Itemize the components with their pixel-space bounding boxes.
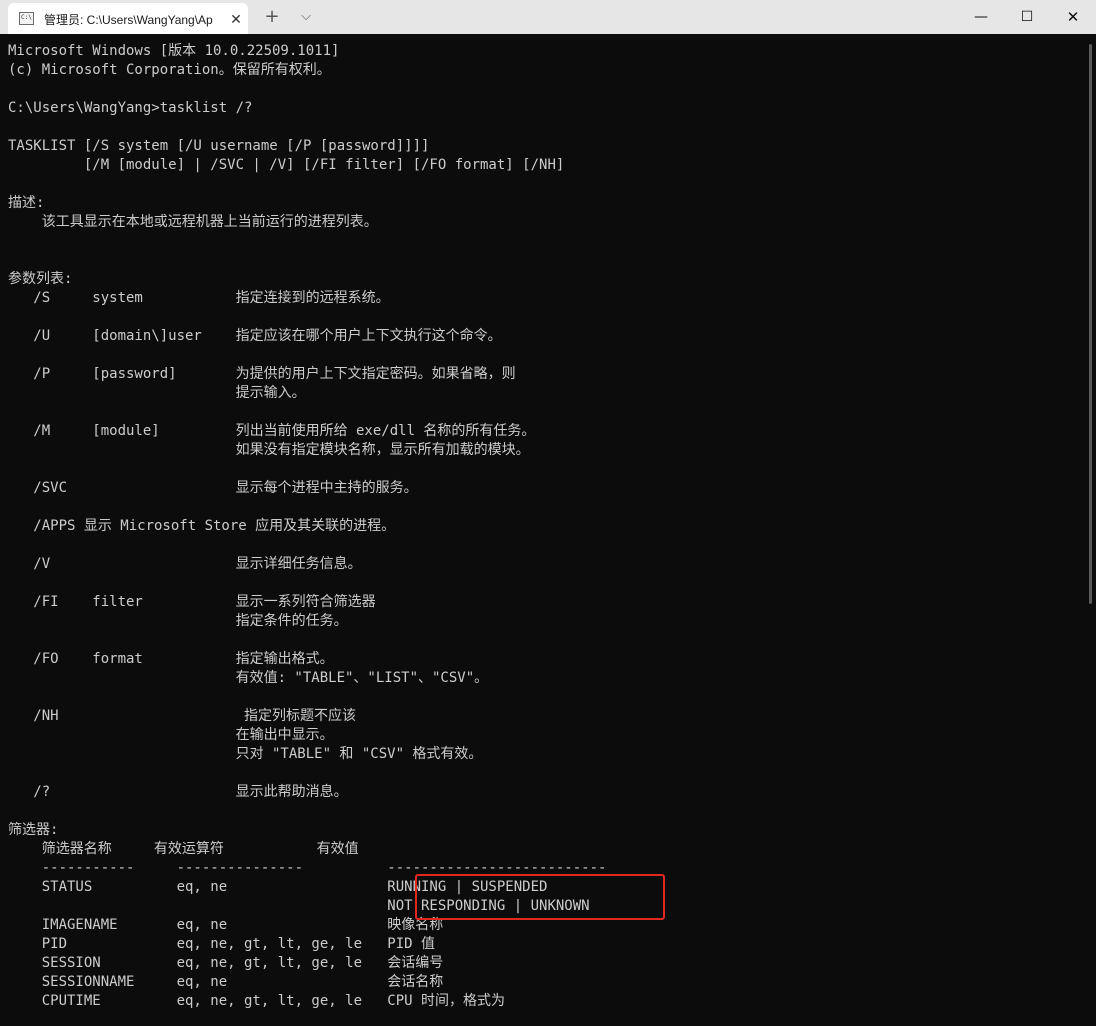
- new-tab-button[interactable]: +: [260, 7, 284, 27]
- console-line: (c) Microsoft Corporation。保留所有权利。: [8, 62, 331, 78]
- status-values-highlight: [415, 874, 665, 920]
- console-line: 筛选器名称 有效运算符 有效值: [8, 841, 359, 857]
- tab-close-icon[interactable]: ✕: [227, 11, 245, 29]
- console-line: SESSIONNAME eq, ne 会话名称: [8, 974, 444, 990]
- chevron-down-icon[interactable]: ⌵: [294, 7, 318, 27]
- close-button[interactable]: ✕: [1050, 0, 1096, 34]
- scrollbar-thumb[interactable]: [1089, 44, 1092, 604]
- console-line: PID eq, ne, gt, lt, ge, le PID 值: [8, 936, 436, 952]
- terminal-window: C:\ 管理员: C:\Users\WangYang\Ap ✕ + ⌵ — ☐ …: [0, 0, 1096, 1026]
- console-line: 该工具显示在本地或远程机器上当前运行的进程列表。: [8, 214, 378, 230]
- console-line: /FO format 指定输出格式。: [8, 651, 334, 667]
- console-line: 参数列表:: [8, 271, 73, 287]
- console-line: /APPS 显示 Microsoft Store 应用及其关联的进程。: [8, 518, 396, 534]
- console-line: 筛选器:: [8, 822, 59, 838]
- console-line: /M [module] 列出当前使用所给 exe/dll 名称的所有任务。: [8, 423, 536, 439]
- console-line: 只对 "TABLE" 和 "CSV" 格式有效。: [8, 746, 483, 762]
- console-line: /FI filter 显示一系列符合筛选器: [8, 594, 376, 610]
- console-line: /? 显示此帮助消息。: [8, 784, 348, 800]
- console-line: [/M [module] | /SVC | /V] [/FI filter] […: [8, 157, 565, 173]
- console-line: 描述:: [8, 195, 45, 211]
- console-line: IMAGENAME eq, ne 映像名称: [8, 917, 444, 933]
- maximize-button[interactable]: ☐: [1004, 0, 1050, 34]
- tab-title: 管理员: C:\Users\WangYang\Ap: [44, 13, 213, 27]
- cmd-icon: C:\: [19, 12, 34, 25]
- console-line: /V 显示详细任务信息。: [8, 556, 362, 572]
- console-line: /S system 指定连接到的远程系统。: [8, 290, 390, 306]
- title-bar: C:\ 管理员: C:\Users\WangYang\Ap ✕ + ⌵ — ☐ …: [0, 0, 1096, 34]
- console-line: Microsoft Windows [版本 10.0.22509.1011]: [8, 43, 340, 59]
- console-line: CPUTIME eq, ne, gt, lt, ge, le CPU 时间，格式…: [8, 993, 506, 1009]
- console-line: 如果没有指定模块名称，显示所有加载的模块。: [8, 442, 530, 458]
- console-line: 指定条件的任务。: [8, 613, 348, 629]
- console-line: /P [password] 为提供的用户上下文指定密码。如果省略，则: [8, 366, 516, 382]
- scrollbar[interactable]: [1086, 34, 1096, 1026]
- console-line: 提示输入。: [8, 385, 306, 401]
- console-line: /U [domain\]user 指定应该在哪个用户上下文执行这个命令。: [8, 328, 502, 344]
- console-line: /NH 指定列标题不应该: [8, 708, 357, 724]
- minimize-button[interactable]: —: [958, 0, 1004, 34]
- console-line: TASKLIST [/S system [/U username [/P [pa…: [8, 138, 430, 154]
- console-line: C:\Users\WangYang>tasklist /?: [8, 100, 253, 116]
- console-line: SESSION eq, ne, gt, lt, ge, le 会话编号: [8, 955, 444, 971]
- tab-admin-cmd[interactable]: C:\ 管理员: C:\Users\WangYang\Ap ✕: [8, 3, 248, 34]
- console-line: 在输出中显示。: [8, 727, 334, 743]
- console-line: /SVC 显示每个进程中主持的服务。: [8, 480, 418, 496]
- console-line: 有效值: "TABLE"、"LIST"、"CSV"。: [8, 670, 489, 686]
